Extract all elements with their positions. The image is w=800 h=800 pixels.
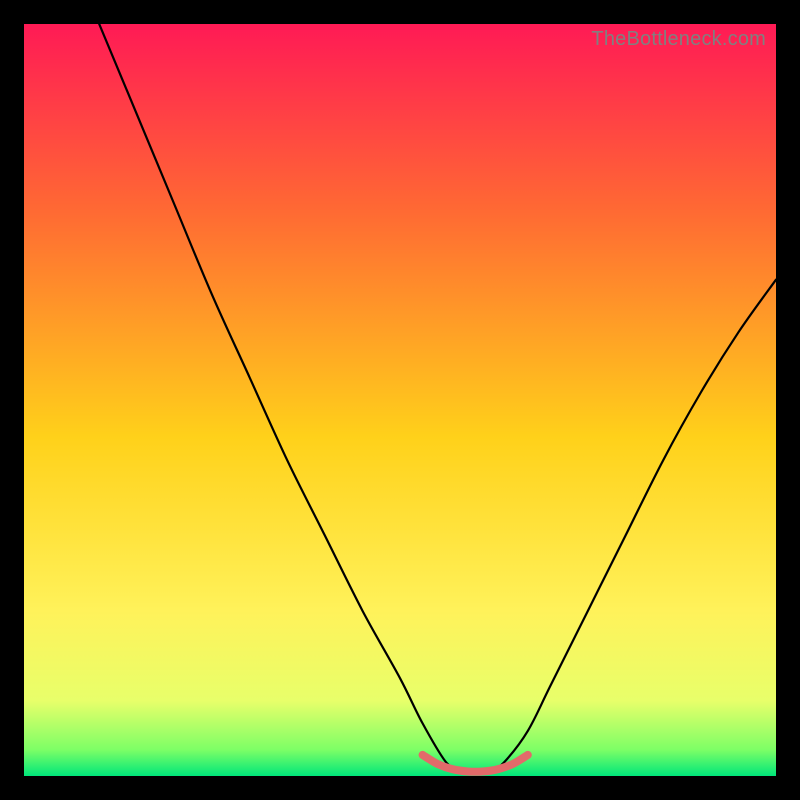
plot-area: TheBottleneck.com (24, 24, 776, 776)
chart-stage: TheBottleneck.com (0, 0, 800, 800)
bottleneck-curve (24, 24, 776, 776)
watermark-text: TheBottleneck.com (591, 28, 766, 51)
